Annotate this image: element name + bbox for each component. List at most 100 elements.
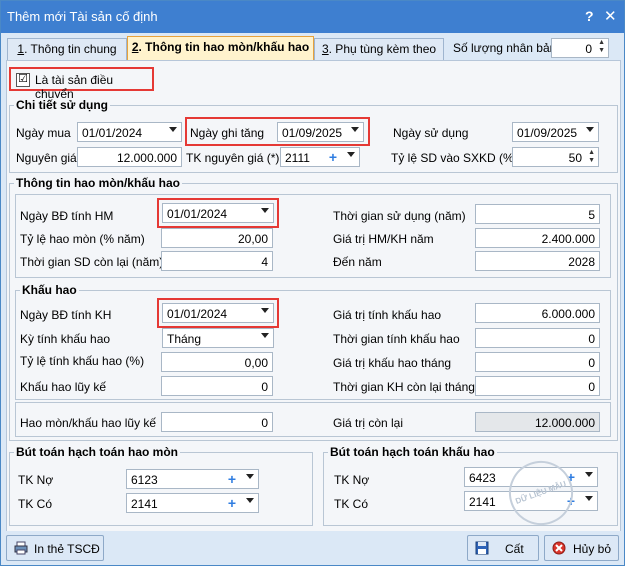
- close-icon[interactable]: ✕: [604, 7, 617, 25]
- dieu-chuyen-checkbox[interactable]: ☑: [16, 73, 30, 87]
- ty-le-sd-stepper[interactable]: 50 ▲ ▼: [512, 147, 599, 167]
- chevron-down-icon[interactable]: [347, 152, 355, 157]
- ngay-bd-kh-date[interactable]: 01/01/2024: [162, 303, 274, 323]
- tg-kh-con-lai-label: Thời gian KH còn lại tháng: [333, 380, 475, 394]
- ngay-su-dung-date[interactable]: 01/09/2025: [512, 122, 599, 142]
- printer-icon: [14, 541, 28, 555]
- chevron-down-icon[interactable]: [246, 474, 254, 479]
- gia-tri-kh-thang-label: Giá trị khấu hao tháng: [333, 356, 452, 370]
- kh-luy-ke-input[interactable]: 0: [161, 376, 273, 396]
- cancel-icon: [552, 541, 566, 555]
- ngay-su-dung-label: Ngày sử dụng: [393, 126, 469, 140]
- ty-le-kh-input[interactable]: 0,00: [161, 352, 273, 372]
- ty-le-hm-input[interactable]: 20,00: [161, 228, 273, 248]
- tab-label: . Phụ tùng kèm theo: [328, 42, 437, 56]
- nguyen-gia-input[interactable]: 12.000.000: [77, 147, 182, 167]
- kh-tk-no-value: 6423: [469, 471, 496, 485]
- gia-tri-tinh-kh-input[interactable]: 6.000.000: [475, 303, 600, 323]
- den-nam-input[interactable]: 2028: [475, 251, 600, 271]
- hm-tk-co-select[interactable]: 2141 +: [126, 493, 259, 513]
- hm-tk-no-select[interactable]: 6123 +: [126, 469, 259, 489]
- ky-tinh-select[interactable]: Tháng: [162, 328, 274, 348]
- tg-sd-con-lai-input[interactable]: 4: [161, 251, 273, 271]
- chevron-down-icon[interactable]: [261, 208, 269, 213]
- gia-tri-hm-kh-value: 2.400.000: [541, 232, 595, 246]
- kh-luy-ke-label: Khấu hao lũy kế: [20, 380, 107, 394]
- ngay-ghi-tang-label: Ngày ghi tăng: [190, 126, 265, 140]
- add-icon[interactable]: +: [228, 495, 236, 511]
- chevron-down-icon[interactable]: [246, 498, 254, 503]
- window-title: Thêm mới Tài sản cố định: [7, 9, 158, 24]
- but-toan-hm-title: Bút toán hạch toán hao mòn: [14, 445, 180, 459]
- help-icon[interactable]: ?: [585, 8, 594, 24]
- chevron-down-icon[interactable]: [261, 333, 269, 338]
- stepper-arrows-icon[interactable]: ▲ ▼: [588, 149, 595, 165]
- so-luong-nhan-ban-stepper[interactable]: 0 ▲ ▼: [551, 38, 609, 58]
- den-nam-value: 2028: [568, 255, 595, 269]
- hao-mon-title: Thông tin hao mòn/khấu hao: [14, 176, 182, 190]
- but-toan-hm-group: [9, 452, 313, 526]
- ngay-bd-hm-date[interactable]: 01/01/2024: [162, 203, 274, 223]
- chevron-down-icon[interactable]: [261, 308, 269, 313]
- tg-tinh-kh-input[interactable]: 0: [475, 328, 600, 348]
- tk-nguyen-gia-select[interactable]: 2111 +: [280, 147, 360, 167]
- tg-sd-con-lai-label: Thời gian SD còn lại (năm): [20, 255, 164, 269]
- tg-kh-con-lai-value: 0: [588, 380, 595, 394]
- tg-tinh-kh-value: 0: [588, 332, 595, 346]
- gia-tri-kh-thang-input[interactable]: 0: [475, 352, 600, 372]
- but-toan-kh-title: Bút toán hạch toán khấu hao: [328, 445, 497, 459]
- save-button[interactable]: Cất: [467, 535, 539, 561]
- gia-tri-kh-thang-value: 0: [588, 356, 595, 370]
- den-nam-label: Đến năm: [333, 255, 382, 269]
- tab-bar: 1. Thông tin chung 2. Thông tin hao mòn/…: [1, 33, 624, 62]
- ngay-mua-label: Ngày mua: [16, 126, 71, 140]
- chevron-down-icon[interactable]: [169, 127, 177, 132]
- chevron-down-icon[interactable]: [351, 127, 359, 132]
- gia-tri-tinh-kh-label: Giá trị tính khấu hao: [333, 308, 442, 322]
- cancel-label: Hủy bỏ: [573, 542, 612, 556]
- but-toan-kh-group: [323, 452, 618, 526]
- kh-tk-no-label: TK Nợ: [334, 473, 370, 487]
- chevron-down-icon[interactable]: [586, 127, 594, 132]
- tab-phu-tung[interactable]: 3. Phụ tùng kèm theo: [314, 38, 444, 61]
- stepper-arrows-icon[interactable]: ▲ ▼: [598, 39, 605, 55]
- tg-su-dung-label: Thời gian sử dụng (năm): [333, 209, 466, 223]
- dieu-chuyen-label: Là tài sản điều chuyển: [35, 73, 114, 101]
- dieu-chuyen-highlight: ☑ Là tài sản điều chuyển: [9, 67, 154, 101]
- tab-label: . Thông tin hao mòn/khấu hao: [138, 40, 310, 54]
- ty-le-sd-value: 50: [568, 151, 582, 165]
- ngay-ghi-tang-date[interactable]: 01/09/2025: [277, 122, 364, 142]
- tab-thong-tin-chung[interactable]: 1. Thông tin chung: [7, 38, 127, 61]
- gia-tri-hm-kh-input[interactable]: 2.400.000: [475, 228, 600, 248]
- hm-kh-luy-ke-input[interactable]: 0: [161, 412, 273, 432]
- ngay-mua-date[interactable]: 01/01/2024: [77, 122, 182, 142]
- print-label: In thẻ TSCĐ: [34, 542, 100, 556]
- khau-hao-title: Khấu hao: [20, 283, 79, 297]
- ty-le-hm-value: 20,00: [237, 232, 268, 246]
- ty-le-hm-label: Tỷ lệ hao mòn (% năm): [20, 232, 145, 246]
- add-icon[interactable]: +: [228, 471, 236, 487]
- so-luong-nhan-ban-label: Số lượng nhân bản: [453, 41, 557, 55]
- tg-tinh-kh-label: Thời gian tính khấu hao: [333, 332, 460, 346]
- tg-sd-con-lai-value: 4: [261, 255, 268, 269]
- nguyen-gia-label: Nguyên giá: [16, 151, 77, 165]
- tab-label: . Thông tin chung: [24, 42, 117, 56]
- ty-le-sd-label: Tỷ lệ SD vào SXKD (%): [391, 151, 518, 165]
- kh-tk-co-value: 2141: [469, 495, 496, 509]
- cancel-button[interactable]: Hủy bỏ: [544, 535, 619, 561]
- ngay-bd-kh-value: 01/01/2024: [167, 307, 228, 321]
- tg-su-dung-input[interactable]: 5: [475, 204, 600, 224]
- add-icon[interactable]: +: [329, 149, 337, 165]
- dialog-window: Thêm mới Tài sản cố định ? ✕ 1. Thông ti…: [0, 0, 625, 566]
- bottom-bar: In thẻ TSCĐ Cất Hủy bỏ: [1, 531, 624, 565]
- tg-kh-con-lai-input[interactable]: 0: [475, 376, 600, 396]
- chevron-down-icon[interactable]: [585, 496, 593, 501]
- gia-tri-con-lai-readonly: 12.000.000: [475, 412, 600, 432]
- print-button[interactable]: In thẻ TSCĐ: [6, 535, 104, 561]
- chevron-down-icon[interactable]: [585, 472, 593, 477]
- tab-number: 2: [131, 40, 139, 54]
- tab-thong-tin-hao-mon[interactable]: 2. Thông tin hao mòn/khấu hao: [127, 36, 314, 62]
- tab-number: 3: [321, 42, 329, 56]
- kh-tk-co-label: TK Có: [334, 497, 369, 511]
- hm-tk-no-label: TK Nợ: [18, 473, 54, 487]
